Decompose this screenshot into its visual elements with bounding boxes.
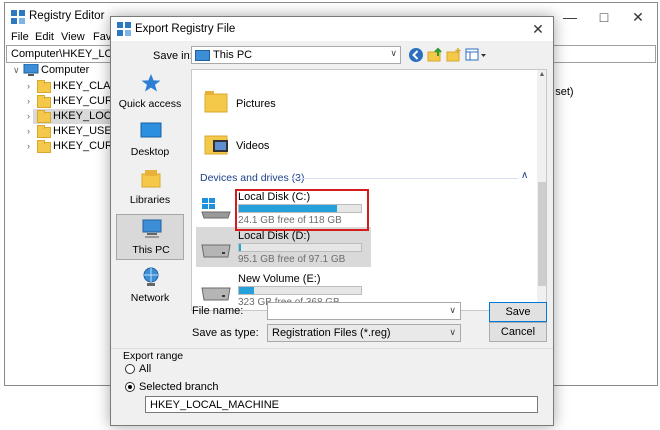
place-libraries[interactable]: Libraries — [116, 165, 184, 212]
folder-icon — [37, 80, 51, 93]
new-folder-icon[interactable] — [446, 47, 462, 63]
folder-item-pictures[interactable]: Pictures — [200, 86, 400, 122]
folder-icon — [37, 140, 51, 153]
drive-usage-bar — [238, 286, 362, 295]
collapse-chevron-icon[interactable]: ∧ — [521, 170, 528, 181]
vertical-scrollbar[interactable]: ▲ ▼ — [537, 70, 546, 310]
pictures-folder-icon — [204, 91, 228, 113]
menu-view[interactable]: View — [61, 31, 85, 43]
drive-name: Local Disk (D:) — [238, 230, 311, 242]
place-quick-access[interactable]: Quick access — [116, 69, 184, 116]
menu-edit[interactable]: Edit — [35, 31, 54, 43]
scroll-thumb[interactable] — [538, 182, 546, 286]
range-all-label[interactable]: All — [139, 363, 151, 375]
drive-usage-bar — [238, 243, 362, 252]
range-selected-radio[interactable] — [125, 382, 135, 392]
branch-value: HKEY_LOCAL_MACHINE — [150, 399, 279, 411]
this-pc-icon — [142, 219, 162, 238]
folder-item-videos[interactable]: Videos — [200, 128, 400, 164]
computer-icon — [23, 64, 39, 76]
dialog-close-button[interactable]: ✕ — [523, 17, 553, 41]
dialog-title-bar: Export Registry File ✕ — [111, 17, 553, 41]
save-as-type-value: Registration Files (*.reg) — [272, 327, 391, 339]
hard-drive-icon — [201, 244, 231, 258]
highlight-box — [235, 189, 369, 231]
folder-icon — [37, 110, 51, 123]
drive-name: New Volume (E:) — [238, 273, 321, 285]
chevron-right-icon[interactable]: › — [27, 111, 35, 121]
registry-editor-icon — [11, 10, 25, 24]
chevron-down-icon[interactable]: ∨ — [449, 305, 456, 316]
windows-drive-icon — [201, 198, 231, 219]
drive-free-space: 95.1 GB free of 97.1 GB — [238, 254, 346, 265]
place-desktop[interactable]: Desktop — [116, 117, 184, 164]
chevron-right-icon[interactable]: › — [27, 81, 35, 91]
export-dialog: Export Registry File ✕ Save in: This PC … — [110, 16, 554, 426]
place-network[interactable]: Network — [116, 263, 184, 310]
file-name-input[interactable]: ∨ — [267, 302, 461, 320]
file-name-label: File name: — [192, 305, 244, 317]
desktop-icon — [140, 122, 162, 138]
save-button[interactable]: Save — [489, 302, 547, 322]
selected-branch-input[interactable]: HKEY_LOCAL_MACHINE — [145, 396, 538, 413]
chevron-right-icon[interactable]: › — [27, 96, 35, 106]
folder-icon — [37, 95, 51, 108]
chevron-right-icon[interactable]: › — [27, 126, 35, 136]
star-icon — [141, 74, 161, 92]
drive-usage-fill — [239, 287, 254, 294]
registry-editor-icon — [117, 22, 131, 36]
dialog-title: Export Registry File — [135, 23, 236, 35]
export-range-title: Export range — [123, 350, 184, 362]
back-icon[interactable] — [408, 47, 424, 63]
maximize-button[interactable]: □ — [587, 3, 621, 31]
view-menu-icon[interactable] — [465, 47, 487, 63]
devices-group-header: Devices and drives (3) — [200, 172, 305, 184]
drive-usage-fill — [239, 244, 242, 251]
this-pc-icon — [195, 50, 210, 61]
save-in-dropdown[interactable]: This PC ∨ — [191, 46, 401, 64]
close-button[interactable]: ✕ — [621, 3, 655, 31]
hard-drive-icon — [201, 287, 231, 301]
group-divider — [292, 178, 518, 179]
folder-icon — [37, 125, 51, 138]
save-in-value: This PC — [213, 49, 253, 61]
save-as-type-select[interactable]: Registration Files (*.reg) ∨ — [267, 324, 461, 342]
scroll-up-arrow-icon[interactable]: ▲ — [537, 70, 546, 80]
menu-file[interactable]: File — [11, 31, 29, 43]
radio-selected-dot — [128, 385, 132, 389]
places-bar: Quick access Desktop Libraries This PC N… — [116, 69, 189, 311]
videos-folder-icon — [204, 135, 228, 155]
range-all-radio[interactable] — [125, 364, 135, 374]
save-as-type-label: Save as type: — [192, 327, 259, 339]
tree-item-hkey-local-machine[interactable]: › HKEY_LOCAL_ — [27, 109, 131, 124]
drive-item-d[interactable]: Local Disk (D:) 95.1 GB free of 97.1 GB — [196, 227, 371, 267]
network-icon — [143, 267, 159, 286]
range-selected-label[interactable]: Selected branch — [139, 381, 219, 393]
minimize-button[interactable]: — — [553, 3, 587, 31]
place-this-pc[interactable]: This PC — [116, 214, 184, 260]
chevron-down-icon[interactable]: ∨ — [13, 65, 21, 75]
chevron-right-icon[interactable]: › — [27, 141, 35, 151]
registry-title: Registry Editor — [29, 10, 105, 22]
chevron-down-icon: ∨ — [390, 48, 397, 58]
cancel-button[interactable]: Cancel — [489, 322, 547, 342]
chevron-down-icon: ∨ — [449, 327, 456, 337]
up-folder-icon[interactable] — [427, 47, 443, 63]
save-in-label: Save in: — [153, 50, 193, 62]
libraries-icon — [141, 170, 161, 188]
